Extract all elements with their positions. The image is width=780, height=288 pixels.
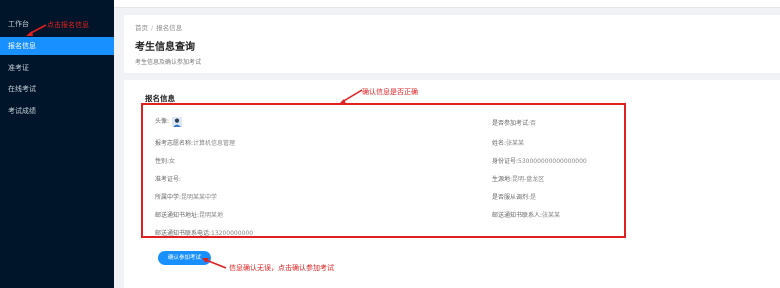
sidebar-item-registration[interactable]: 报名信息 bbox=[0, 37, 114, 55]
gender-label: 性别: bbox=[155, 158, 170, 165]
contact-label: 邮送通知书联系人: bbox=[492, 212, 543, 219]
origin-value: 昆明-盘龙区 bbox=[512, 176, 545, 183]
breadcrumb-current: 报名信息 bbox=[156, 24, 183, 32]
address-value: 昆明某地 bbox=[199, 212, 224, 219]
field-address: 邮送通知书地址:昆明某地 bbox=[155, 210, 223, 219]
field-avatar: 头像: bbox=[155, 116, 182, 127]
field-confirmed: 是否参加考试:否 bbox=[492, 118, 536, 127]
field-obey-adjustment: 是否服从调剂:是 bbox=[492, 192, 536, 201]
idcard-value: 530000000000000000 bbox=[518, 158, 587, 165]
address-label: 邮送通知书地址: bbox=[155, 212, 200, 219]
major-label: 报考志愿名称: bbox=[155, 140, 194, 147]
school-label: 所属中学: bbox=[155, 194, 182, 201]
sidebar-item-exam-scores[interactable]: 考试成绩 bbox=[0, 102, 114, 120]
page-title: 考生信息查询 bbox=[135, 42, 195, 53]
registration-info-box: 头像: 报考志愿名称:计算机信息管理 性别:女 准考证号: 所属中学:昆明某某中… bbox=[141, 103, 626, 238]
annotation-arrow-sidebar bbox=[26, 24, 47, 36]
obey-label: 是否服从调剂: bbox=[492, 194, 531, 201]
top-bar bbox=[114, 0, 780, 8]
confirmed-label: 是否参加考试: bbox=[492, 120, 531, 127]
name-label: 姓名: bbox=[492, 140, 507, 147]
contact-value: 张某某 bbox=[542, 212, 561, 219]
main-area: 首页 / 报名信息 考生信息查询 考生信息及确认参加考试 报名信息 头像: 报考志愿… bbox=[114, 0, 780, 288]
annotation-button-note: 信息确认无误，点击确认参加考试 bbox=[229, 264, 334, 272]
field-school: 所属中学:昆明某某中学 bbox=[155, 192, 217, 201]
confirmed-value: 否 bbox=[530, 120, 537, 127]
field-major: 报考志愿名称:计算机信息管理 bbox=[155, 138, 235, 147]
phone-label: 邮送通知书联系电话: bbox=[155, 230, 212, 237]
sidebar-item-admission-ticket[interactable]: 准考证 bbox=[0, 59, 114, 77]
field-gender: 性别:女 bbox=[155, 156, 175, 165]
page-subtitle: 考生信息及确认参加考试 bbox=[135, 59, 202, 66]
avatar-image bbox=[171, 116, 182, 127]
idcard-label: 身份证号: bbox=[492, 158, 519, 165]
annotation-check-note: 确认信息是否正确 bbox=[362, 88, 418, 96]
annotation-arrow-check bbox=[338, 89, 363, 105]
field-contact: 邮送通知书联系人:张某某 bbox=[492, 210, 560, 219]
field-ticket-number: 准考证号: bbox=[155, 174, 181, 183]
phone-value: 13200000000 bbox=[211, 230, 254, 237]
breadcrumb-home[interactable]: 首页 bbox=[135, 24, 148, 32]
origin-label: 生源地: bbox=[492, 176, 513, 183]
breadcrumb-separator: / bbox=[151, 24, 154, 32]
breadcrumb: 首页 / 报名信息 bbox=[135, 22, 182, 32]
avatar-label: 头像: bbox=[155, 118, 170, 125]
sidebar-item-online-exam[interactable]: 在线考试 bbox=[0, 80, 114, 98]
field-origin: 生源地:昆明-盘龙区 bbox=[492, 174, 544, 183]
major-value: 计算机信息管理 bbox=[193, 140, 236, 147]
name-value: 张某某 bbox=[506, 140, 525, 147]
field-id-card: 身份证号:530000000000000000 bbox=[492, 156, 587, 165]
ticket-label: 准考证号: bbox=[155, 176, 182, 183]
sidebar: 工作台 报名信息 准考证 在线考试 考试成绩 bbox=[0, 0, 114, 288]
annotation-arrow-button bbox=[202, 258, 227, 269]
annotation-sidebar-note: 点击报名信息 bbox=[47, 21, 89, 29]
school-value: 昆明某某中学 bbox=[181, 194, 218, 201]
field-name: 姓名:张某某 bbox=[492, 138, 524, 147]
field-phone: 邮送通知书联系电话:13200000000 bbox=[155, 228, 253, 237]
gender-value: 女 bbox=[169, 158, 176, 165]
page-header: 首页 / 报名信息 考生信息查询 考生信息及确认参加考试 bbox=[124, 15, 780, 73]
obey-value: 是 bbox=[530, 194, 537, 201]
